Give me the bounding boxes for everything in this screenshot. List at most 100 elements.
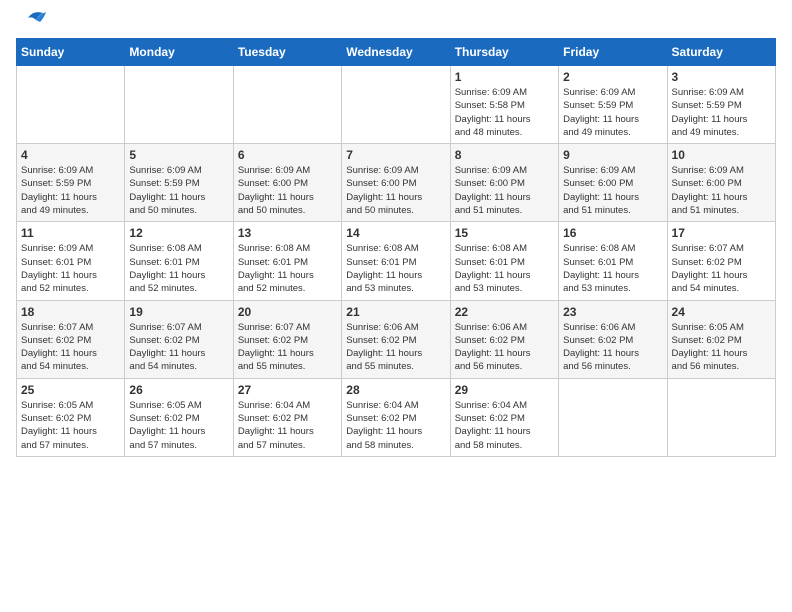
calendar-day-cell <box>233 66 341 144</box>
calendar-week-row: 1Sunrise: 6:09 AM Sunset: 5:58 PM Daylig… <box>17 66 776 144</box>
calendar-day-cell: 8 Sunrise: 6:09 AM Sunset: 6:00 PM Daylig… <box>450 144 558 222</box>
day-number: 22 <box>455 305 554 319</box>
day-number: 26 <box>129 383 228 397</box>
calendar-day-cell <box>559 378 667 456</box>
day-number: 8 <box>455 148 554 162</box>
day-info: Sunrise: 6:09 AM Sunset: 6:00 PM Dayligh… <box>455 164 554 217</box>
day-number: 4 <box>21 148 120 162</box>
day-number: 11 <box>21 226 120 240</box>
calendar-day-cell: 15Sunrise: 6:08 AM Sunset: 6:01 PM Dayli… <box>450 222 558 300</box>
calendar-day-cell: 21 Sunrise: 6:06 AM Sunset: 6:02 PM Dayli… <box>342 300 450 378</box>
calendar-day-cell: 24 Sunrise: 6:05 AM Sunset: 6:02 PM Dayli… <box>667 300 775 378</box>
day-number: 28 <box>346 383 445 397</box>
calendar-day-cell <box>342 66 450 144</box>
day-of-week-header: Sunday <box>17 39 125 66</box>
day-of-week-header: Saturday <box>667 39 775 66</box>
day-info: Sunrise: 6:07 AM Sunset: 6:02 PM Dayligh… <box>672 242 771 295</box>
calendar-day-cell: 5 Sunrise: 6:09 AM Sunset: 5:59 PM Daylig… <box>125 144 233 222</box>
calendar-day-cell: 28 Sunrise: 6:04 AM Sunset: 6:02 PM Dayli… <box>342 378 450 456</box>
calendar-day-cell: 23Sunrise: 6:06 AM Sunset: 6:02 PM Dayli… <box>559 300 667 378</box>
calendar-day-cell: 22 Sunrise: 6:06 AM Sunset: 6:02 PM Dayli… <box>450 300 558 378</box>
calendar-day-cell: 27 Sunrise: 6:04 AM Sunset: 6:02 PM Dayli… <box>233 378 341 456</box>
day-number: 2 <box>563 70 662 84</box>
day-number: 20 <box>238 305 337 319</box>
calendar-day-cell: 18 Sunrise: 6:07 AM Sunset: 6:02 PM Dayli… <box>17 300 125 378</box>
logo-bird-icon <box>18 8 48 28</box>
calendar-day-cell: 7 Sunrise: 6:09 AM Sunset: 6:00 PM Daylig… <box>342 144 450 222</box>
day-number: 14 <box>346 226 445 240</box>
calendar-day-cell <box>667 378 775 456</box>
day-info: Sunrise: 6:06 AM Sunset: 6:02 PM Dayligh… <box>346 321 445 374</box>
calendar-day-cell: 17Sunrise: 6:07 AM Sunset: 6:02 PM Dayli… <box>667 222 775 300</box>
day-info: Sunrise: 6:06 AM Sunset: 6:02 PM Dayligh… <box>455 321 554 374</box>
day-info: Sunrise: 6:08 AM Sunset: 6:01 PM Dayligh… <box>238 242 337 295</box>
day-number: 13 <box>238 226 337 240</box>
calendar-day-cell: 16 Sunrise: 6:08 AM Sunset: 6:01 PM Dayli… <box>559 222 667 300</box>
day-info: Sunrise: 6:07 AM Sunset: 6:02 PM Dayligh… <box>21 321 120 374</box>
calendar-week-row: 4 Sunrise: 6:09 AM Sunset: 5:59 PM Daylig… <box>17 144 776 222</box>
day-info: Sunrise: 6:04 AM Sunset: 6:02 PM Dayligh… <box>238 399 337 452</box>
calendar-day-cell: 11 Sunrise: 6:09 AM Sunset: 6:01 PM Dayli… <box>17 222 125 300</box>
day-number: 15 <box>455 226 554 240</box>
day-info: Sunrise: 6:07 AM Sunset: 6:02 PM Dayligh… <box>129 321 228 374</box>
day-number: 10 <box>672 148 771 162</box>
day-number: 12 <box>129 226 228 240</box>
day-number: 19 <box>129 305 228 319</box>
calendar-day-cell: 19 Sunrise: 6:07 AM Sunset: 6:02 PM Dayli… <box>125 300 233 378</box>
day-info: Sunrise: 6:09 AM Sunset: 6:00 PM Dayligh… <box>672 164 771 217</box>
calendar-day-cell: 12 Sunrise: 6:08 AM Sunset: 6:01 PM Dayli… <box>125 222 233 300</box>
calendar-header-row: SundayMondayTuesdayWednesdayThursdayFrid… <box>17 39 776 66</box>
day-number: 3 <box>672 70 771 84</box>
day-number: 1 <box>455 70 554 84</box>
day-number: 25 <box>21 383 120 397</box>
logo <box>16 16 48 28</box>
day-of-week-header: Tuesday <box>233 39 341 66</box>
calendar-day-cell: 3Sunrise: 6:09 AM Sunset: 5:59 PM Daylig… <box>667 66 775 144</box>
calendar-day-cell: 13 Sunrise: 6:08 AM Sunset: 6:01 PM Dayli… <box>233 222 341 300</box>
calendar-day-cell: 14 Sunrise: 6:08 AM Sunset: 6:01 PM Dayli… <box>342 222 450 300</box>
day-number: 16 <box>563 226 662 240</box>
page-header <box>16 16 776 28</box>
day-info: Sunrise: 6:05 AM Sunset: 6:02 PM Dayligh… <box>672 321 771 374</box>
calendar-table: SundayMondayTuesdayWednesdayThursdayFrid… <box>16 38 776 457</box>
calendar-day-cell: 29 Sunrise: 6:04 AM Sunset: 6:02 PM Dayli… <box>450 378 558 456</box>
calendar-day-cell: 4 Sunrise: 6:09 AM Sunset: 5:59 PM Daylig… <box>17 144 125 222</box>
day-info: Sunrise: 6:09 AM Sunset: 6:00 PM Dayligh… <box>238 164 337 217</box>
day-info: Sunrise: 6:09 AM Sunset: 6:01 PM Dayligh… <box>21 242 120 295</box>
day-number: 7 <box>346 148 445 162</box>
day-number: 18 <box>21 305 120 319</box>
day-number: 27 <box>238 383 337 397</box>
calendar-day-cell: 25 Sunrise: 6:05 AM Sunset: 6:02 PM Dayli… <box>17 378 125 456</box>
calendar-day-cell: 20 Sunrise: 6:07 AM Sunset: 6:02 PM Dayli… <box>233 300 341 378</box>
day-info: Sunrise: 6:04 AM Sunset: 6:02 PM Dayligh… <box>455 399 554 452</box>
day-info: Sunrise: 6:08 AM Sunset: 6:01 PM Dayligh… <box>346 242 445 295</box>
day-number: 24 <box>672 305 771 319</box>
day-number: 21 <box>346 305 445 319</box>
day-info: Sunrise: 6:09 AM Sunset: 6:00 PM Dayligh… <box>563 164 662 217</box>
day-info: Sunrise: 6:04 AM Sunset: 6:02 PM Dayligh… <box>346 399 445 452</box>
calendar-day-cell: 10 Sunrise: 6:09 AM Sunset: 6:00 PM Dayli… <box>667 144 775 222</box>
calendar-week-row: 25 Sunrise: 6:05 AM Sunset: 6:02 PM Dayli… <box>17 378 776 456</box>
day-info: Sunrise: 6:05 AM Sunset: 6:02 PM Dayligh… <box>21 399 120 452</box>
day-number: 6 <box>238 148 337 162</box>
day-of-week-header: Thursday <box>450 39 558 66</box>
calendar-week-row: 11 Sunrise: 6:09 AM Sunset: 6:01 PM Dayli… <box>17 222 776 300</box>
day-info: Sunrise: 6:07 AM Sunset: 6:02 PM Dayligh… <box>238 321 337 374</box>
calendar-day-cell: 26 Sunrise: 6:05 AM Sunset: 6:02 PM Dayli… <box>125 378 233 456</box>
day-info: Sunrise: 6:09 AM Sunset: 6:00 PM Dayligh… <box>346 164 445 217</box>
calendar-day-cell <box>125 66 233 144</box>
day-info: Sunrise: 6:09 AM Sunset: 5:59 PM Dayligh… <box>563 86 662 139</box>
calendar-week-row: 18 Sunrise: 6:07 AM Sunset: 6:02 PM Dayli… <box>17 300 776 378</box>
day-info: Sunrise: 6:09 AM Sunset: 5:59 PM Dayligh… <box>129 164 228 217</box>
day-number: 5 <box>129 148 228 162</box>
day-info: Sunrise: 6:08 AM Sunset: 6:01 PM Dayligh… <box>563 242 662 295</box>
day-number: 29 <box>455 383 554 397</box>
day-info: Sunrise: 6:09 AM Sunset: 5:59 PM Dayligh… <box>21 164 120 217</box>
day-of-week-header: Friday <box>559 39 667 66</box>
day-info: Sunrise: 6:08 AM Sunset: 6:01 PM Dayligh… <box>129 242 228 295</box>
day-info: Sunrise: 6:05 AM Sunset: 6:02 PM Dayligh… <box>129 399 228 452</box>
calendar-day-cell <box>17 66 125 144</box>
calendar-day-cell: 9Sunrise: 6:09 AM Sunset: 6:00 PM Daylig… <box>559 144 667 222</box>
day-of-week-header: Wednesday <box>342 39 450 66</box>
day-number: 23 <box>563 305 662 319</box>
